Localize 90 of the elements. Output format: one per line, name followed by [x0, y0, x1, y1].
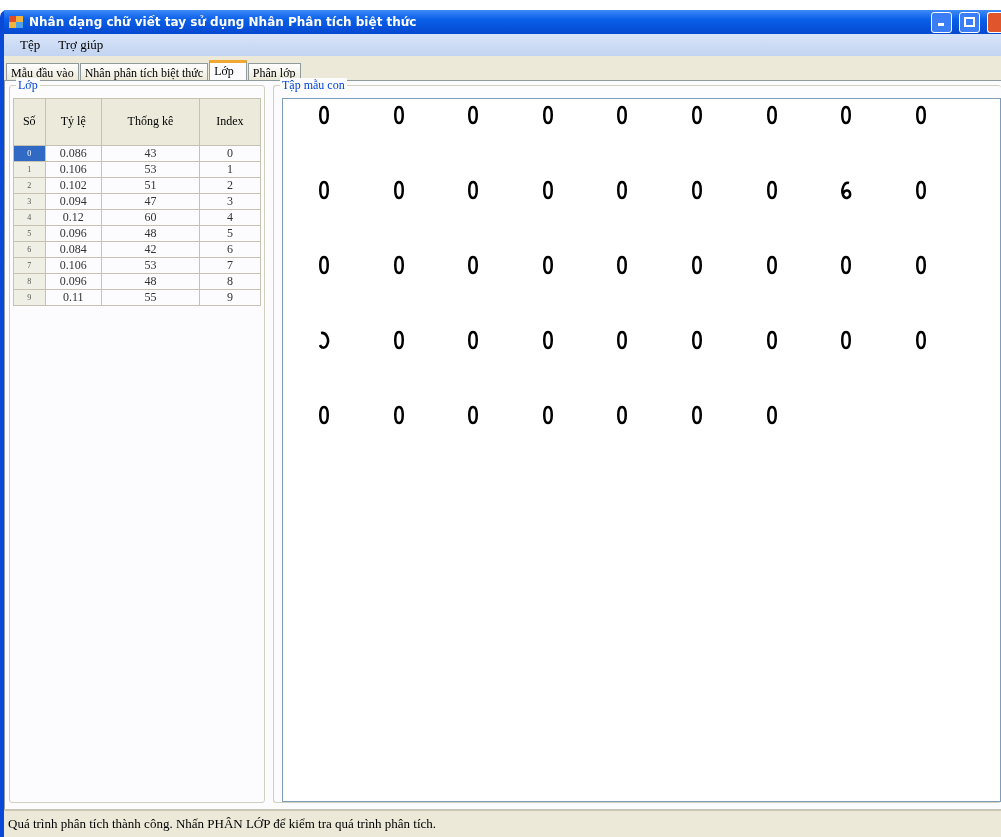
table-cell: 0.11 [45, 289, 102, 306]
group-title: Tập mẫu con [280, 78, 347, 93]
table-cell: 60 [101, 209, 200, 226]
menu-item[interactable]: Tệp [18, 36, 43, 54]
table-cell: 0.096 [45, 225, 102, 242]
minimize-button[interactable] [931, 11, 952, 33]
handwritten-digit-image [689, 255, 704, 275]
handwritten-digit-image [689, 405, 704, 425]
column-header[interactable]: Số [13, 98, 46, 146]
handwritten-digit-image [466, 330, 481, 350]
table-cell: 3 [199, 193, 261, 210]
handwritten-digit-image [839, 330, 854, 350]
column-header[interactable]: Tỷ lệ [45, 98, 102, 146]
table-cell: 53 [101, 161, 200, 178]
handwritten-digit-image [466, 255, 481, 275]
handwritten-digit-image [839, 180, 854, 200]
tab[interactable]: Nhân phân tích biệt thức [79, 63, 209, 80]
handwritten-digit-image [540, 180, 555, 200]
table-cell: 0.086 [45, 145, 102, 162]
table-cell: 6 [199, 241, 261, 258]
table-cell: 5 [199, 225, 261, 242]
handwritten-digit-image [317, 180, 331, 200]
handwritten-digit-image [764, 105, 779, 125]
table-cell: 0.106 [45, 257, 102, 274]
table-cell: 43 [101, 145, 200, 162]
handwritten-digit-image [913, 180, 928, 200]
handwritten-digit-image [615, 330, 630, 350]
handwritten-digit-image [913, 330, 928, 350]
table-cell: 0.12 [45, 209, 102, 226]
maximize-button[interactable] [959, 11, 980, 33]
handwritten-digit-image [764, 405, 779, 425]
handwritten-digit-image [540, 255, 555, 275]
handwritten-digit-image [764, 330, 779, 350]
table-cell: 8 [199, 273, 261, 290]
handwritten-digit-image [391, 330, 406, 350]
app-icon [8, 15, 24, 29]
handwritten-digit-image [391, 180, 406, 200]
table-cell: 48 [101, 273, 200, 290]
handwritten-digit-image [317, 105, 331, 125]
table-cell: 0 [199, 145, 261, 162]
handwritten-digit-image [540, 330, 555, 350]
table-cell: 51 [101, 177, 200, 194]
table-cell: 9 [199, 289, 261, 306]
table-cell: 0.106 [45, 161, 102, 178]
handwritten-digit-image [764, 255, 779, 275]
tab[interactable]: Mẫu đầu vào [6, 63, 79, 80]
handwritten-digit-image [615, 180, 630, 200]
handwritten-digit-image [764, 180, 779, 200]
handwritten-digit-image [913, 255, 928, 275]
table-cell: 48 [101, 225, 200, 242]
table-cell: 0.094 [45, 193, 102, 210]
table-cell: 0.102 [45, 177, 102, 194]
handwritten-digit-image [540, 105, 555, 125]
close-button[interactable] [987, 11, 1001, 33]
handwritten-digit-image [689, 105, 704, 125]
handwritten-digit-image [839, 255, 854, 275]
table-cell: 4 [199, 209, 261, 226]
handwritten-digit-image [839, 105, 854, 125]
table-cell: 47 [101, 193, 200, 210]
handwritten-digit-image [689, 180, 704, 200]
handwritten-digit-image [466, 180, 481, 200]
handwritten-digit-image [689, 330, 704, 350]
menu-item[interactable]: Trợ giúp [56, 36, 106, 54]
group-title: Lớp [16, 78, 40, 93]
handwritten-digit-image [615, 255, 630, 275]
column-header[interactable]: Thống kê [101, 98, 200, 146]
handwritten-digit-image [466, 405, 481, 425]
table-cell: 1 [199, 161, 261, 178]
table-cell: 53 [101, 257, 200, 274]
tab[interactable]: Lớp [209, 60, 247, 80]
table-cell: 0.084 [45, 241, 102, 258]
handwritten-digit-image [466, 105, 481, 125]
handwritten-digit-image [913, 105, 928, 125]
handwritten-digit-image [391, 255, 406, 275]
handwritten-digit-image [391, 105, 406, 125]
handwritten-digit-image [317, 405, 331, 425]
column-header[interactable]: Index [199, 98, 261, 146]
table-cell: 0.096 [45, 273, 102, 290]
table-cell: 55 [101, 289, 200, 306]
handwritten-digit-image [317, 255, 331, 275]
maximize-icon [964, 17, 975, 27]
window-title: Nhân dạng chữ viết tay sử dụng Nhân Phân tích biệt thức [29, 15, 418, 29]
table-cell: 7 [199, 257, 261, 274]
table-cell: 42 [101, 241, 200, 258]
handwritten-digit-image [391, 405, 406, 425]
handwritten-digit-image [615, 105, 630, 125]
handwritten-digit-image [317, 330, 331, 350]
handwritten-digit-image [615, 405, 630, 425]
handwritten-digit-image [540, 405, 555, 425]
table-cell: 2 [199, 177, 261, 194]
